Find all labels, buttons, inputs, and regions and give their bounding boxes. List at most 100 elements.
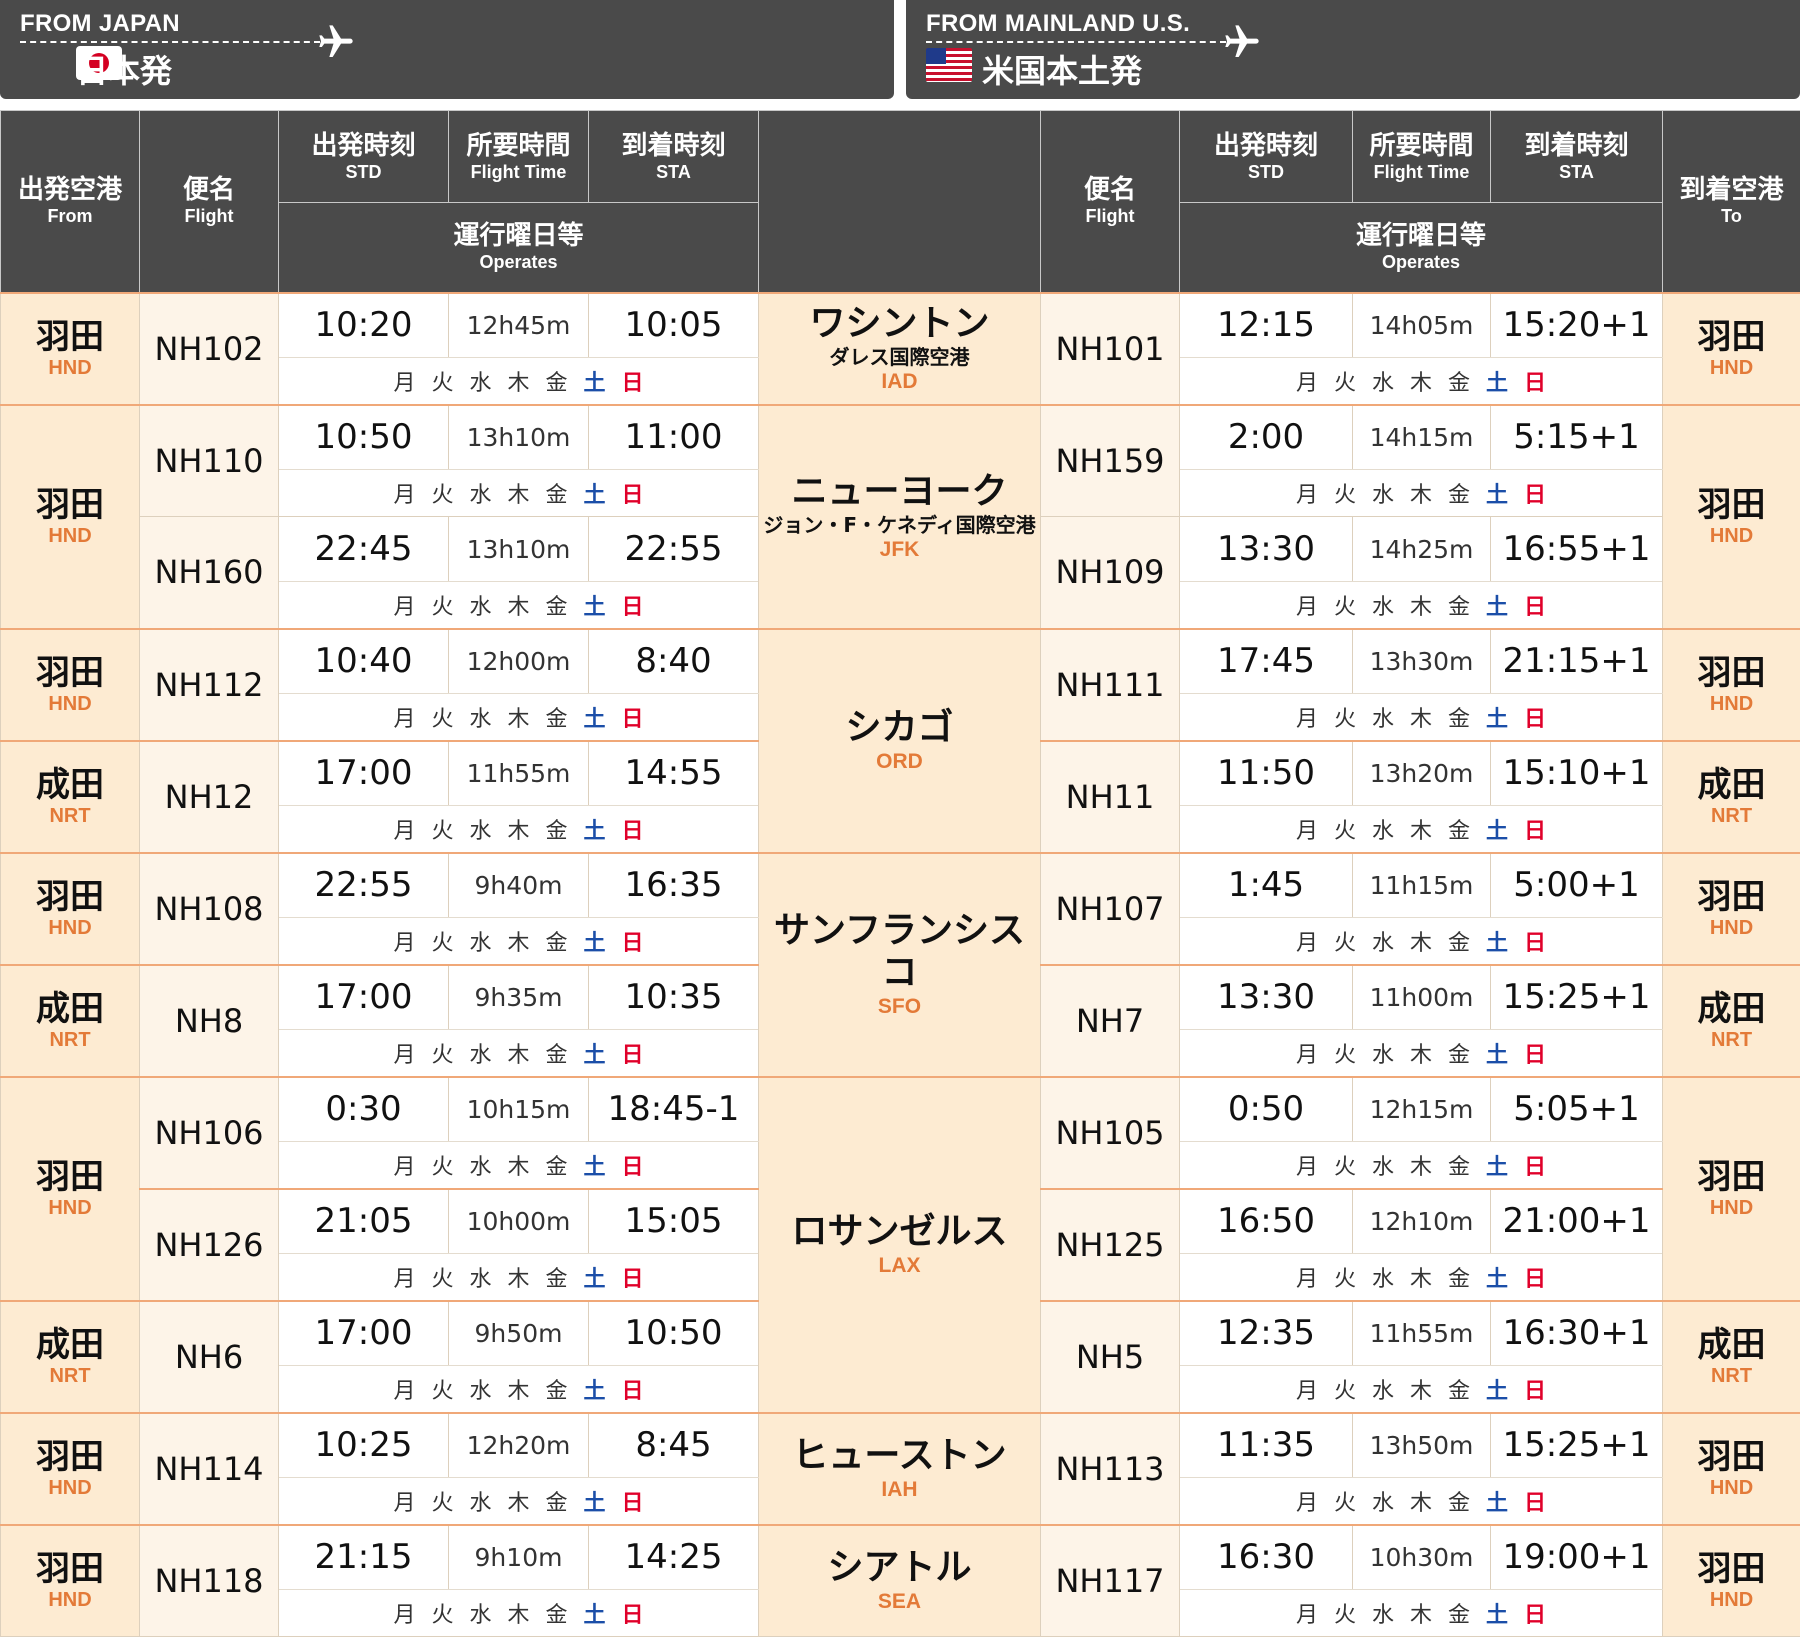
day-label: 金 [545, 706, 568, 732]
operating-days: 月火水木金土日 [278, 581, 759, 629]
day-label: 金 [1447, 1378, 1470, 1404]
day-label: 火 [431, 706, 454, 732]
flight-number: NH112 [139, 627, 279, 741]
day-label: 土 [583, 818, 606, 844]
day-label: 木 [1409, 594, 1432, 620]
col-operates-left: 運行曜日等 Operates [278, 202, 759, 293]
day-label: 土 [1485, 1490, 1508, 1516]
destination: ワシントン ダレス国際空港 IAD [758, 291, 1041, 405]
day-label: 日 [621, 1266, 644, 1292]
flight-time: 12h15m [1352, 1075, 1491, 1142]
operating-days: 月火水木金土日 [278, 1365, 759, 1413]
day-label: 火 [431, 1603, 454, 1628]
departure-time: 13:30 [1179, 963, 1353, 1030]
flight-time: 10h00m [448, 1187, 589, 1254]
from-airport-code: HND [48, 356, 92, 379]
day-label: 土 [583, 1378, 606, 1404]
arrival-time: 19:00+1 [1490, 1523, 1663, 1590]
day-label: 金 [545, 370, 568, 396]
flight-number: NH117 [1040, 1523, 1180, 1637]
departure-time: 0:50 [1179, 1075, 1353, 1142]
from-airport: 羽田 HND [0, 1075, 140, 1301]
day-label: 月 [393, 1042, 416, 1068]
departure-time: 22:45 [278, 516, 449, 582]
day-label: 月 [393, 594, 416, 620]
day-label: 火 [1333, 1154, 1356, 1180]
flight-number: NH111 [1040, 627, 1180, 741]
day-label: 金 [1447, 1490, 1470, 1516]
destination-name: シカゴ [845, 706, 954, 748]
from-us-jp: 米国本土発 [982, 52, 1143, 90]
day-label: 火 [431, 1378, 454, 1404]
airplane-icon [319, 25, 353, 57]
from-airport-code: NRT [49, 1364, 91, 1387]
destination: サンフランシスコ SFO [758, 851, 1041, 1077]
flight-number: NH101 [1040, 291, 1180, 405]
operating-days: 月火水木金土日 [1179, 1365, 1663, 1413]
dashed-route-line [20, 41, 320, 43]
day-label: 木 [507, 370, 530, 396]
day-label: 火 [1333, 594, 1356, 620]
destination-airport: ジョン・F・ケネディ国際空港 [763, 512, 1036, 537]
day-label: 火 [431, 483, 454, 508]
to-airport-code: HND [1709, 692, 1754, 715]
day-label: 土 [1485, 483, 1508, 508]
table-row: 羽田 HND NH102 10:20 12h45m 10:05 ワシントン ダレス国際空港 IA… [0, 291, 1800, 405]
day-label: 木 [507, 1042, 530, 1068]
day-label: 木 [1409, 1266, 1432, 1292]
day-label: 月 [1295, 930, 1318, 956]
to-airport: 羽田 HND [1662, 1411, 1800, 1525]
flight-number: NH118 [139, 1523, 279, 1637]
flight-number: NH159 [1040, 403, 1180, 517]
operating-days: 月火水木金土日 [1179, 1029, 1663, 1077]
day-label: 日 [1523, 1603, 1546, 1628]
from-airport: 羽田 HND [0, 403, 140, 629]
from-airport-name: 羽田 [36, 1156, 104, 1197]
day-label: 土 [583, 930, 606, 956]
day-label: 日 [1523, 818, 1546, 844]
to-airport: 成田 NRT [1662, 1299, 1800, 1413]
day-label: 木 [1409, 930, 1432, 956]
day-label: 木 [1409, 1603, 1432, 1628]
day-label: 火 [431, 1042, 454, 1068]
operating-days: 月火水木金土日 [1179, 693, 1663, 741]
us-flag-icon [926, 48, 972, 82]
flight-time: 12h10m [1352, 1187, 1491, 1254]
arrival-time: 16:30+1 [1490, 1299, 1663, 1366]
destination-code: JFK [879, 537, 920, 561]
flight-time: 11h15m [1352, 851, 1491, 918]
day-label: 金 [545, 1378, 568, 1404]
departure-time: 11:50 [1179, 739, 1353, 806]
flight-time: 10h15m [448, 1075, 589, 1142]
from-airport: 成田 NRT [0, 739, 140, 853]
operating-days: 月火水木金土日 [278, 1477, 759, 1525]
day-label: 日 [1523, 1266, 1546, 1292]
day-label: 火 [1333, 483, 1356, 508]
arrival-time: 8:40 [588, 627, 759, 694]
day-label: 月 [1295, 1378, 1318, 1404]
flight-time: 13h20m [1352, 739, 1491, 806]
arrival-time: 14:55 [588, 739, 759, 806]
operating-days: 月火水木金土日 [1179, 1141, 1663, 1189]
to-airport: 成田 NRT [1662, 963, 1800, 1077]
from-airport-code: NRT [49, 1028, 91, 1051]
arrival-time: 18:45-1 [588, 1075, 759, 1142]
destination-code: SEA [877, 1589, 922, 1613]
day-label: 木 [1409, 370, 1432, 396]
flight-number: NH5 [1040, 1299, 1180, 1413]
day-label: 日 [621, 594, 644, 620]
destination-code: IAH [881, 1477, 918, 1501]
to-airport-code: NRT [1710, 1364, 1753, 1387]
to-airport: 羽田 HND [1662, 403, 1800, 629]
departure-time: 12:35 [1179, 1299, 1353, 1366]
day-label: 土 [583, 706, 606, 732]
day-label: 金 [545, 594, 568, 620]
destination-code: LAX [878, 1253, 921, 1277]
day-label: 火 [431, 1154, 454, 1180]
day-label: 水 [1371, 1490, 1394, 1516]
day-label: 土 [583, 1603, 606, 1628]
operating-days: 月火水木金土日 [1179, 581, 1663, 629]
day-label: 木 [507, 594, 530, 620]
day-label: 火 [431, 1266, 454, 1292]
day-label: 日 [1523, 1154, 1546, 1180]
